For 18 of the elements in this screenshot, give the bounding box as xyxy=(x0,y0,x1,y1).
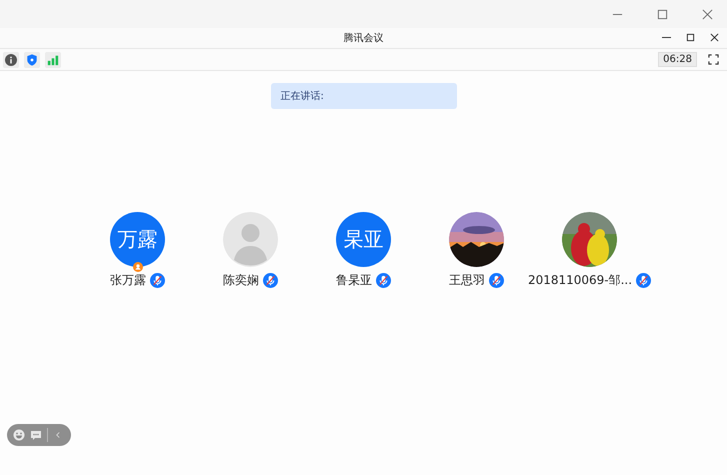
emoji-icon[interactable] xyxy=(13,429,25,441)
avatar: 杲亚 xyxy=(336,212,391,267)
fullscreen-icon[interactable] xyxy=(708,54,719,65)
maximize-icon[interactable] xyxy=(686,33,695,42)
participant-name: 张万露 xyxy=(110,272,146,289)
speaking-banner: 正在讲话: xyxy=(270,83,456,109)
participant-name: 2018110069-邹... xyxy=(528,272,632,289)
participant-name: 陈奕娴 xyxy=(223,272,259,289)
close-icon[interactable] xyxy=(710,33,719,42)
participant-name: 鲁杲亚 xyxy=(336,272,372,289)
avatar: 万露 xyxy=(110,212,165,267)
shield-icon[interactable] xyxy=(24,52,40,68)
info-icon[interactable] xyxy=(3,52,19,68)
chat-icon[interactable] xyxy=(30,429,42,441)
avatar-silhouette-icon xyxy=(223,212,278,267)
meeting-timer: 06:28 xyxy=(658,52,697,67)
window-title: 腾讯会议 xyxy=(344,32,384,45)
participant-name: 王思羽 xyxy=(449,272,485,289)
